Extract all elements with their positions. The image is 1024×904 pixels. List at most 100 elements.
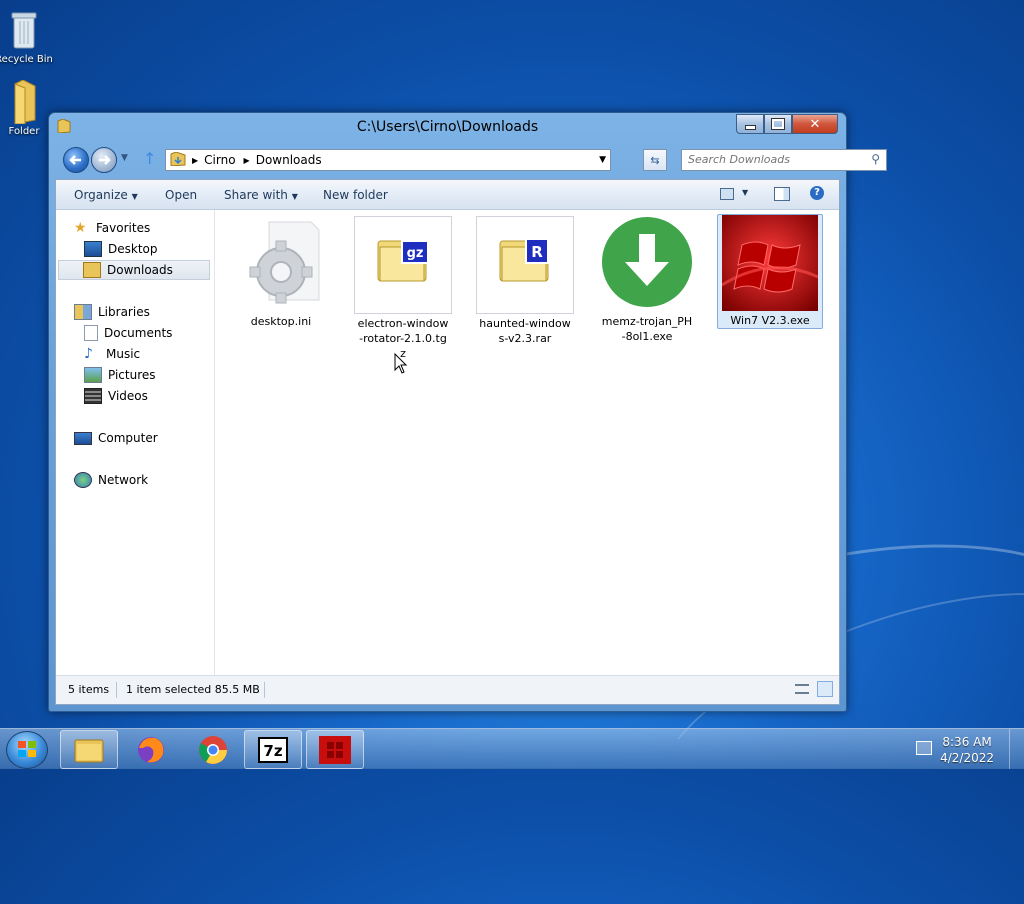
desktop-icon (84, 241, 102, 257)
new-folder-button[interactable]: New folder (323, 188, 388, 202)
refresh-button[interactable]: ⇆ (643, 149, 667, 171)
taskbar-win7-v2-3-button[interactable] (306, 730, 364, 769)
breadcrumb-separator-icon: ▶ (192, 155, 199, 165)
details-view-icon[interactable] (795, 684, 809, 694)
command-bar: Organize ▼ Open Share with ▼ New folder … (56, 180, 839, 210)
explorer-content: Organize ▼ Open Share with ▼ New folder … (55, 179, 840, 705)
folder-icon (9, 79, 39, 125)
nav-favorites[interactable]: ★ Favorites (74, 218, 150, 238)
help-icon[interactable]: ? (810, 186, 824, 200)
nav-label: Network (98, 473, 149, 487)
title-bar[interactable]: C:\Users\Cirno\Downloads ✕ (49, 113, 846, 141)
recent-pages-chevron-icon[interactable]: ▼ (121, 153, 128, 163)
file-name: haunted-windows-v2.3.rar (479, 317, 571, 345)
file-item-electron-window-rotator[interactable]: gz electron-window-rotator-2.1.0.tgz (351, 216, 455, 361)
window-title: C:\Users\Cirno\Downloads (356, 119, 539, 135)
nav-downloads[interactable]: Downloads (58, 260, 210, 280)
view-options-chevron-icon[interactable]: ▼ (742, 188, 748, 197)
desktop-icon-label: Recycle Bin (0, 54, 53, 65)
chevron-down-icon: ▼ (131, 192, 138, 201)
file-item-memz-trojan[interactable]: memz-trojan_PH-8ol1.exe (595, 216, 699, 344)
nav-libraries[interactable]: Libraries (74, 302, 150, 322)
forward-button[interactable] (91, 147, 117, 173)
breadcrumb-downloads[interactable]: Downloads (256, 153, 322, 167)
back-button[interactable] (63, 147, 89, 173)
address-dropdown-icon[interactable]: ▼ (599, 155, 606, 165)
nav-desktop[interactable]: Desktop (84, 239, 158, 259)
network-tray-icon[interactable] (916, 741, 932, 755)
share-with-button[interactable]: Share with ▼ (224, 188, 298, 202)
taskbar-7zip-button[interactable]: 7z (244, 730, 302, 769)
change-view-icon[interactable] (720, 188, 734, 200)
breadcrumb-cirno[interactable]: Cirno (204, 153, 235, 167)
explorer-window: C:\Users\Cirno\Downloads ✕ ▼ ↑ ▶ Cirno ▶… (48, 112, 887, 712)
desktop-icon-folder[interactable]: Folder (0, 79, 54, 137)
nav-music[interactable]: ♪ Music (84, 344, 140, 364)
pictures-icon (84, 367, 102, 383)
caption-buttons: ✕ (736, 114, 838, 134)
computer-icon (74, 431, 92, 445)
nav-label: Documents (104, 326, 173, 340)
file-item-desktop-ini[interactable]: desktop.ini (229, 216, 333, 329)
search-input[interactable] (682, 150, 858, 168)
open-button[interactable]: Open (165, 188, 197, 202)
gz-archive-icon: gz (354, 216, 452, 314)
settings-file-icon (233, 216, 329, 312)
minimize-icon (744, 124, 756, 130)
taskbar-clock[interactable]: 8:36 AM 4/2/2022 (940, 734, 994, 766)
file-list: desktop.ini gz electron-window-rotator-2… (215, 210, 839, 675)
minimize-button[interactable] (736, 114, 764, 134)
nav-pictures[interactable]: Pictures (84, 365, 156, 385)
close-icon: ✕ (809, 116, 821, 132)
file-name: memz-trojan_PH-8ol1.exe (601, 315, 693, 343)
nav-label: Music (106, 347, 141, 361)
nav-computer[interactable]: Computer (74, 428, 158, 448)
address-bar[interactable]: ▶ Cirno ▶ Downloads ▼ (165, 149, 611, 171)
firefox-icon (138, 736, 164, 763)
7zip-icon: 7z (258, 736, 288, 763)
close-button[interactable]: ✕ (792, 114, 838, 134)
show-desktop-button[interactable] (1009, 729, 1024, 769)
nav-documents[interactable]: Documents (84, 323, 172, 343)
taskbar-explorer-button[interactable] (60, 730, 118, 769)
status-item-count: 5 items (68, 683, 110, 696)
file-item-haunted-windows[interactable]: R haunted-windows-v2.3.rar (473, 216, 577, 346)
start-button[interactable] (6, 731, 48, 769)
clock-time: 8:36 AM (942, 735, 992, 749)
taskbar-chrome-button[interactable] (184, 730, 242, 769)
nav-label: Favorites (96, 221, 151, 235)
music-icon: ♪ (84, 346, 93, 362)
status-divider (264, 682, 265, 698)
download-arrow-icon (599, 216, 695, 312)
red-windows-logo-icon (319, 735, 351, 764)
windows-logo-icon (18, 741, 36, 757)
organize-label: Organize (74, 188, 128, 202)
svg-text:gz: gz (407, 246, 424, 261)
svg-text:R: R (531, 243, 543, 261)
large-icons-view-icon[interactable] (817, 681, 833, 697)
search-box[interactable]: ⚲ (681, 149, 887, 171)
preview-pane-icon[interactable] (774, 187, 790, 201)
maximize-button[interactable] (764, 114, 792, 134)
taskbar-firefox-button[interactable] (122, 730, 180, 769)
taskbar: 7z 8:36 AM 4/2/2022 (0, 728, 1024, 769)
file-item-win7-v2-3[interactable]: Win7 V2.3.exe (717, 214, 823, 329)
chevron-down-icon: ▼ (291, 192, 298, 201)
organize-button[interactable]: Organize ▼ (74, 188, 138, 202)
nav-label: Downloads (107, 263, 173, 277)
nav-network[interactable]: Network (74, 470, 148, 490)
status-bar: 5 items 1 item selected 85.5 MB (56, 675, 839, 704)
forward-arrow-icon (99, 155, 111, 165)
nav-videos[interactable]: Videos (84, 386, 148, 406)
breadcrumb-separator-icon: ▶ (243, 155, 250, 165)
clock-date: 4/2/2022 (940, 751, 994, 765)
nav-label: Libraries (98, 305, 150, 319)
navigation-bar: ▼ ↑ ▶ Cirno ▶ Downloads ▼ ⇆ ⚲ (57, 147, 887, 173)
svg-text:7z: 7z (263, 742, 282, 760)
documents-icon (84, 325, 98, 341)
videos-icon (84, 388, 102, 404)
downloads-folder-icon (83, 262, 101, 278)
nav-label: Videos (108, 389, 148, 403)
up-arrow-icon[interactable]: ↑ (143, 149, 156, 168)
desktop-icon-recycle-bin[interactable]: Recycle Bin (0, 8, 54, 65)
